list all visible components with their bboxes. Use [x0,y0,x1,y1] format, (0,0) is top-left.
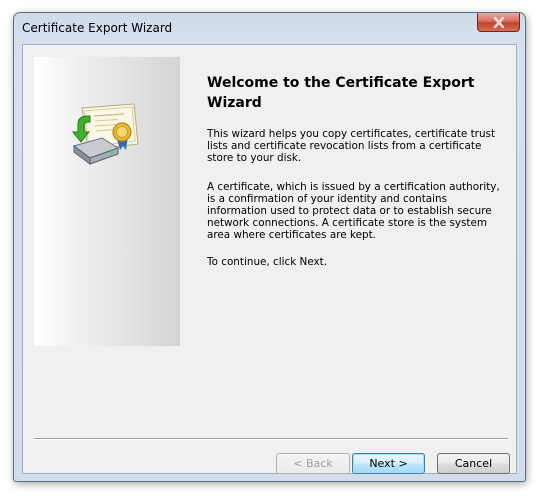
cancel-button[interactable]: Cancel [437,453,510,474]
next-button[interactable]: Next > [352,453,425,474]
intro-paragraph: This wizard helps you copy certificates,… [207,128,496,164]
close-button[interactable] [477,13,520,32]
close-icon [493,16,504,28]
certificate-description-paragraph: A certificate, which is issued by a cert… [207,181,500,241]
back-button[interactable]: < Back [276,453,350,474]
page-title: Welcome to the Certificate Export Wizard [207,75,475,111]
title-bar[interactable]: Certificate Export Wizard [14,13,525,45]
certificate-export-icon [71,103,139,165]
wizard-banner [34,57,180,346]
continue-instruction: To continue, click Next. [207,256,328,268]
wizard-window: Certificate Export Wizard Welcome to the… [13,12,526,482]
window-title: Certificate Export Wizard [22,21,173,35]
button-separator [34,438,508,440]
wizard-client-area: Welcome to the Certificate Export Wizard… [22,44,517,474]
